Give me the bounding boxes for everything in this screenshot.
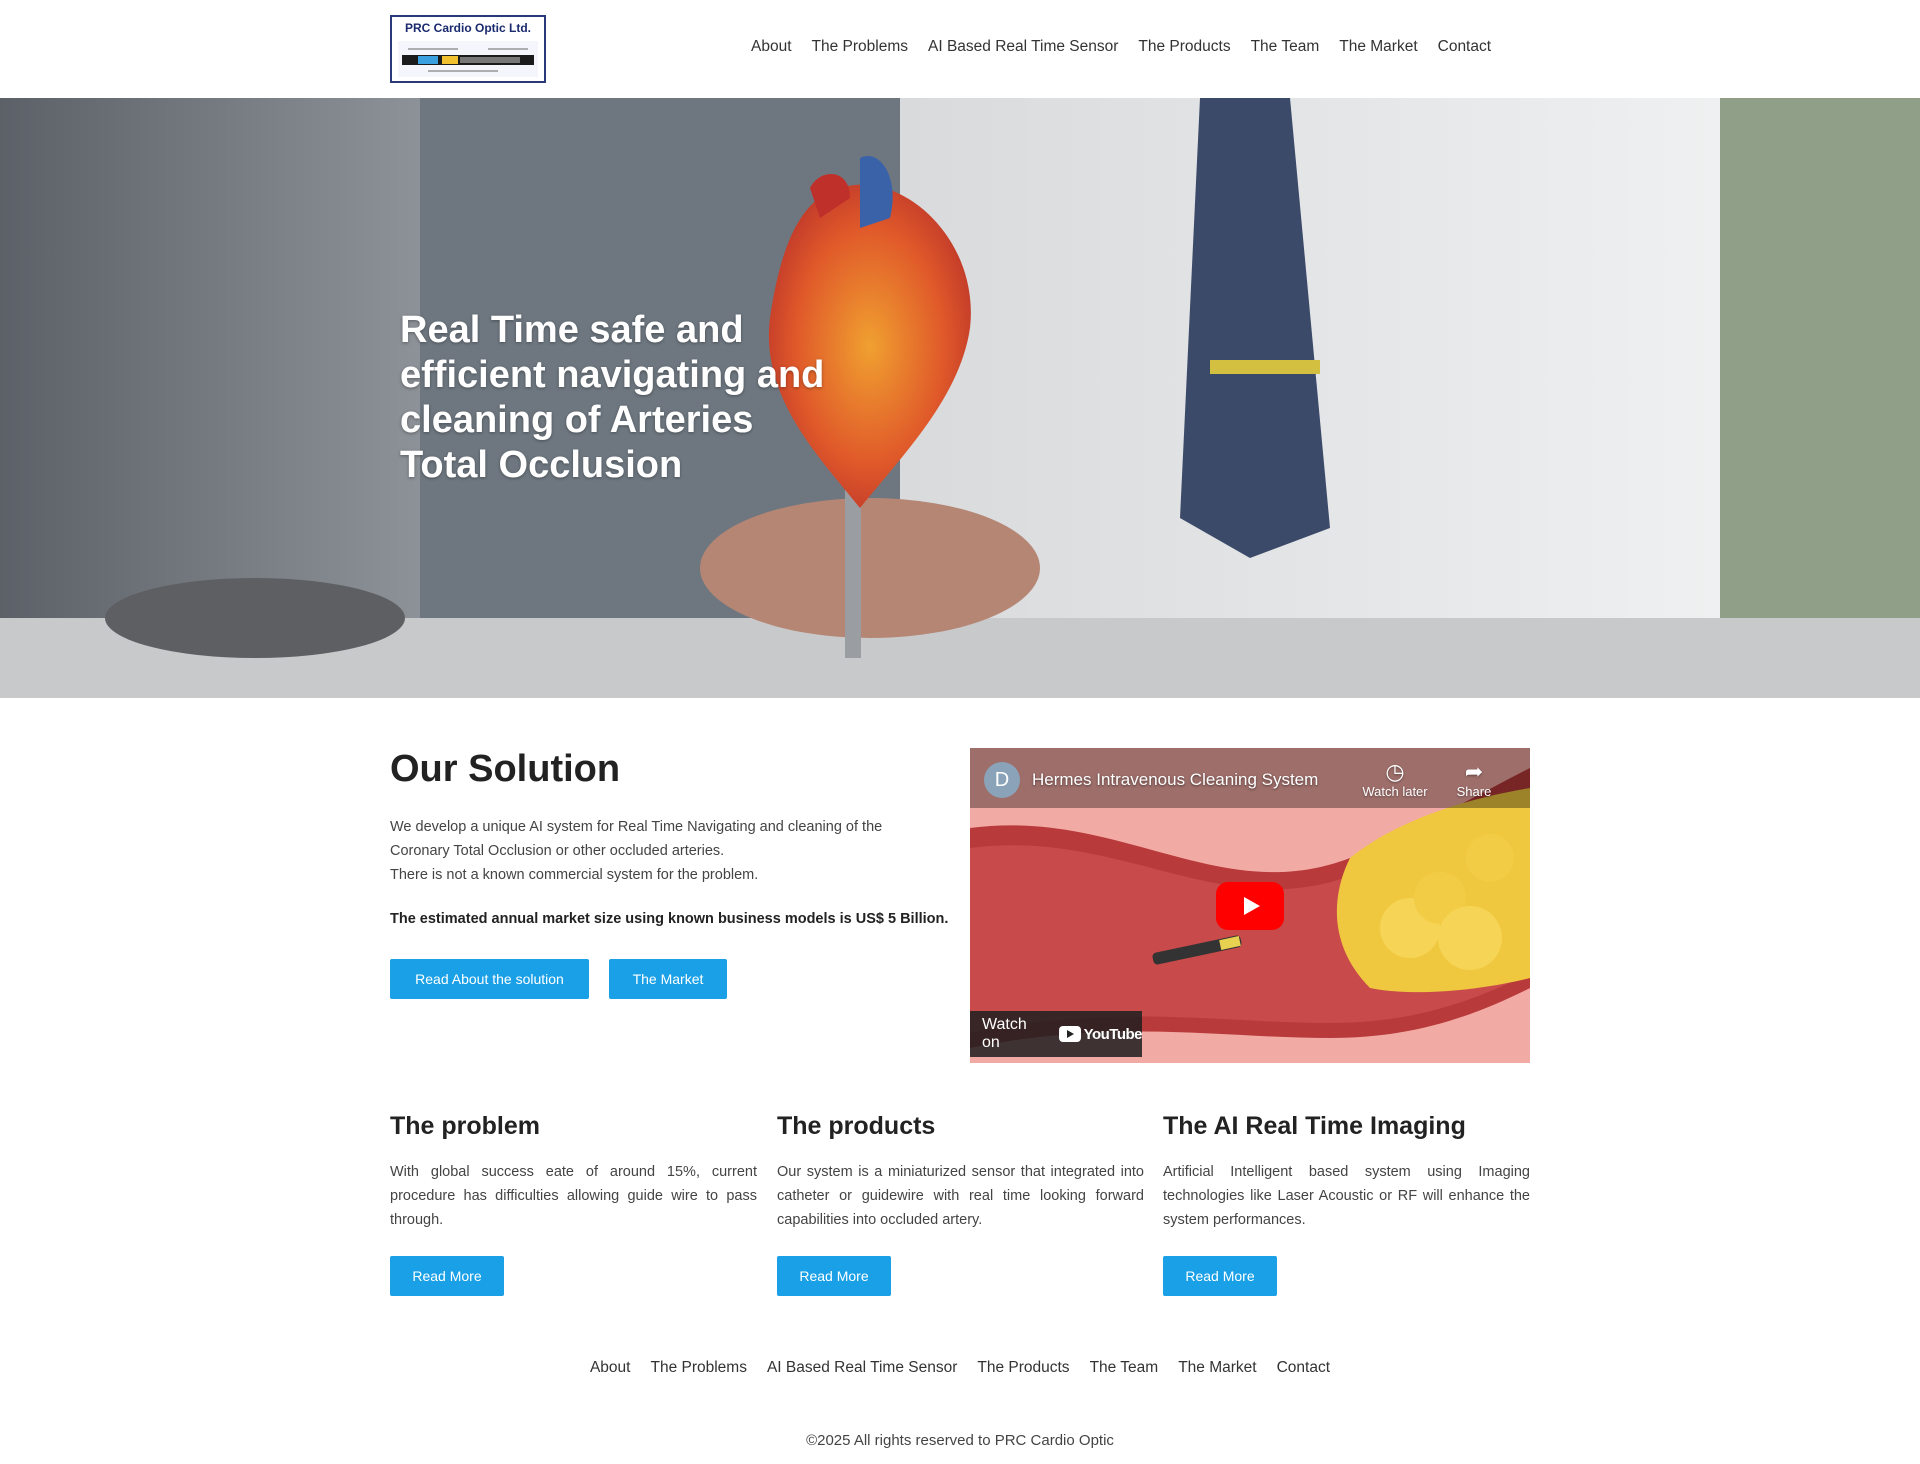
nav-the-problems[interactable]: The Problems (812, 38, 908, 56)
read-more-problem-button[interactable]: Read More (390, 1256, 504, 1296)
solution-description: We develop a unique AI system for Real T… (390, 815, 950, 887)
the-market-button[interactable]: The Market (609, 959, 727, 999)
column-title-products: The products (777, 1112, 936, 1140)
site-header: PRC Cardio Optic Ltd. About The Problems… (0, 0, 1920, 98)
nav-the-team[interactable]: The Team (1251, 38, 1320, 56)
channel-avatar[interactable]: D (984, 762, 1020, 798)
youtube-play-box-icon (1058, 1026, 1081, 1042)
read-more-products-button[interactable]: Read More (777, 1256, 891, 1296)
main-nav: About The Problems AI Based Real Time Se… (751, 38, 1491, 56)
nav-the-market[interactable]: The Market (1339, 38, 1417, 56)
youtube-wordmark: YouTube (1083, 1025, 1143, 1043)
hero-background-image (0, 98, 1920, 698)
watch-later-label: Watch later (1362, 784, 1428, 799)
watch-on-youtube-button[interactable]: Watch on YouTube (970, 1011, 1143, 1057)
footer-nav-the-products[interactable]: The Products (977, 1359, 1069, 1377)
footer-nav-the-team[interactable]: The Team (1090, 1359, 1159, 1377)
youtube-video-embed[interactable]: D Hermes Intravenous Cleaning System ◷ W… (970, 748, 1530, 1063)
footer-nav-contact[interactable]: Contact (1277, 1359, 1330, 1377)
market-size-statement: The estimated annual market size using k… (390, 911, 949, 927)
share-label: Share (1456, 784, 1492, 799)
hero-title: Real Time safe and efficient navigating … (400, 309, 825, 486)
watch-on-label: Watch on (982, 1016, 1027, 1051)
footer-nav-ai-sensor[interactable]: AI Based Real Time Sensor (767, 1359, 957, 1377)
footer-nav-the-problems[interactable]: The Problems (650, 1359, 746, 1377)
watch-later-button[interactable]: ◷ Watch later (1355, 759, 1435, 800)
play-icon[interactable] (1216, 882, 1284, 930)
solution-line-2: Coronary Total Occlusion or other occlud… (390, 843, 725, 859)
solution-line-1: We develop a unique AI system for Real T… (390, 819, 883, 835)
logo-text: PRC Cardio Optic Ltd. (405, 21, 531, 35)
read-more-ai-imaging-button[interactable]: Read More (1163, 1256, 1277, 1296)
footer-nav-the-market[interactable]: The Market (1178, 1359, 1256, 1377)
column-text-products: Our system is a miniaturized sensor that… (777, 1164, 1144, 1228)
share-button[interactable]: ➦ Share (1434, 759, 1514, 800)
clock-icon: ◷ (1385, 759, 1405, 784)
share-icon: ➦ (1464, 759, 1484, 784)
column-title-problem: The problem (390, 1112, 541, 1140)
nav-contact[interactable]: Contact (1438, 38, 1491, 56)
column-title-ai-imaging: The AI Real Time Imaging (1163, 1112, 1466, 1140)
hero-banner: Real Time safe and efficient navigating … (0, 98, 1920, 698)
nav-about[interactable]: About (751, 38, 792, 56)
column-text-problem: With global success eate of around 15%, … (390, 1164, 757, 1228)
column-text-ai-imaging: Artificial Intelligent based system usin… (1163, 1164, 1530, 1228)
copyright-text: ©2025 All rights reserved to PRC Cardio … (806, 1432, 1114, 1449)
logo-catheter-icon (398, 41, 538, 77)
youtube-logo-icon: YouTube (1058, 1025, 1143, 1043)
company-logo[interactable]: PRC Cardio Optic Ltd. (390, 15, 546, 83)
footer-nav-about[interactable]: About (590, 1359, 631, 1377)
solution-line-3: There is not a known commercial system f… (390, 867, 759, 883)
video-title[interactable]: Hermes Intravenous Cleaning System (1032, 770, 1318, 790)
footer-nav: About The Problems AI Based Real Time Se… (0, 1359, 1920, 1377)
read-about-solution-button[interactable]: Read About the solution (390, 959, 589, 999)
section-title-our-solution: Our Solution (390, 748, 621, 790)
nav-the-products[interactable]: The Products (1138, 38, 1230, 56)
nav-ai-sensor[interactable]: AI Based Real Time Sensor (928, 38, 1118, 56)
